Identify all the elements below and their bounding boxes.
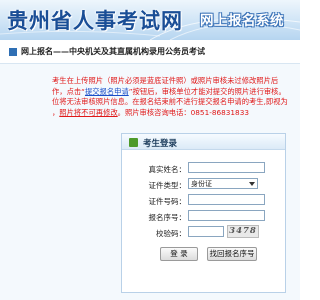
site-banner: 贵州省人事考试网 网上报名系统 [0, 0, 300, 40]
notice-line-4-post: 。照片审核咨询电话：0851-86831833 [117, 107, 249, 117]
captcha-label: 校验码： [156, 229, 186, 238]
submit-application-link[interactable]: 提交报名申请 [85, 87, 129, 96]
login-title: 考生登录 [143, 139, 178, 149]
login-button[interactable]: 登 录 [160, 247, 198, 261]
photo-lock-notice: 照片将不可再修改 [59, 107, 118, 117]
captcha-input[interactable] [188, 226, 224, 237]
idtype-label: 证件类型： [148, 181, 187, 190]
name-input[interactable] [188, 162, 265, 173]
regnum-label: 报名序号： [148, 213, 187, 222]
notice-line-2: 作，点击“提交报名申请”按钮后，审核单位才能对提交的照片进行审核。 [52, 87, 300, 98]
idnum-input[interactable] [188, 194, 265, 205]
site-subtitle: 网上报名系统 [200, 13, 284, 29]
idnum-label: 证件号码： [148, 197, 187, 206]
login-icon [129, 138, 138, 147]
site-title: 贵州省人事考试网 [7, 8, 183, 33]
name-label: 真实姓名： [148, 165, 187, 174]
square-bullet-icon [9, 48, 17, 56]
notice-line-2-pre: 作，点击“ [52, 86, 85, 96]
notice-line-2-post: ”按钮后，审核单位才能对提交的照片进行审核。 [128, 86, 286, 96]
breadcrumb: 网上报名——中央机关及其直属机构录用公务员考试 [0, 40, 300, 64]
notice-text: 考生在上传照片（照片必须是蓝底证件照）或照片审核未过修改照片后 作，点击“提交报… [52, 76, 300, 118]
breadcrumb-text: 网上报名——中央机关及其直属机构录用公务员考试 [21, 47, 205, 56]
notice-line-3: 位将无法审核照片信息。在报名结束前不进行提交报名申请的考生,即视为 [52, 97, 288, 106]
regnum-input[interactable] [188, 210, 265, 221]
notice-line-1: 考生在上传照片（照片必须是蓝底证件照）或照片审核未过修改照片后 [52, 76, 279, 85]
login-box: 考生登录 真实姓名： 证件类型： 身份证 证件号码： 报名序号： 校验码： 34… [121, 133, 286, 293]
find-regnum-button[interactable]: 找回报名序号 [207, 247, 257, 261]
chevron-down-icon [249, 182, 255, 186]
captcha-image[interactable]: 3478 [227, 225, 259, 238]
idtype-select[interactable]: 身份证 [188, 178, 258, 189]
idtype-value: 身份证 [191, 180, 212, 188]
login-header: 考生登录 [122, 134, 285, 150]
main-panel: 考生在上传照片（照片必须是蓝底证件照）或照片审核未过修改照片后 作，点击“提交报… [0, 64, 300, 300]
notice-line-4: ，照片将不可再修改。照片审核咨询电话：0851-86831833 [52, 108, 300, 119]
